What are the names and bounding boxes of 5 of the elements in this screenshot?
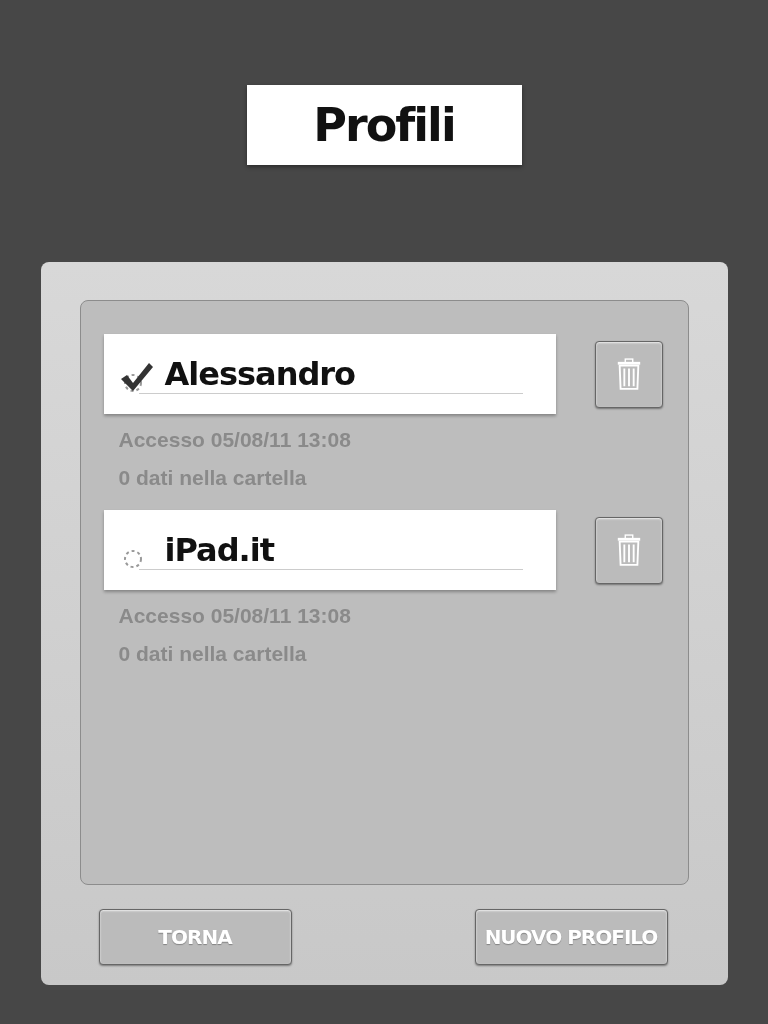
delete-button[interactable] (594, 516, 663, 584)
title-label: Profili (246, 85, 522, 165)
profile-item[interactable]: iPad.it (103, 510, 556, 590)
delete-button[interactable] (594, 340, 663, 408)
profile-item[interactable]: Alessandro (103, 334, 556, 414)
